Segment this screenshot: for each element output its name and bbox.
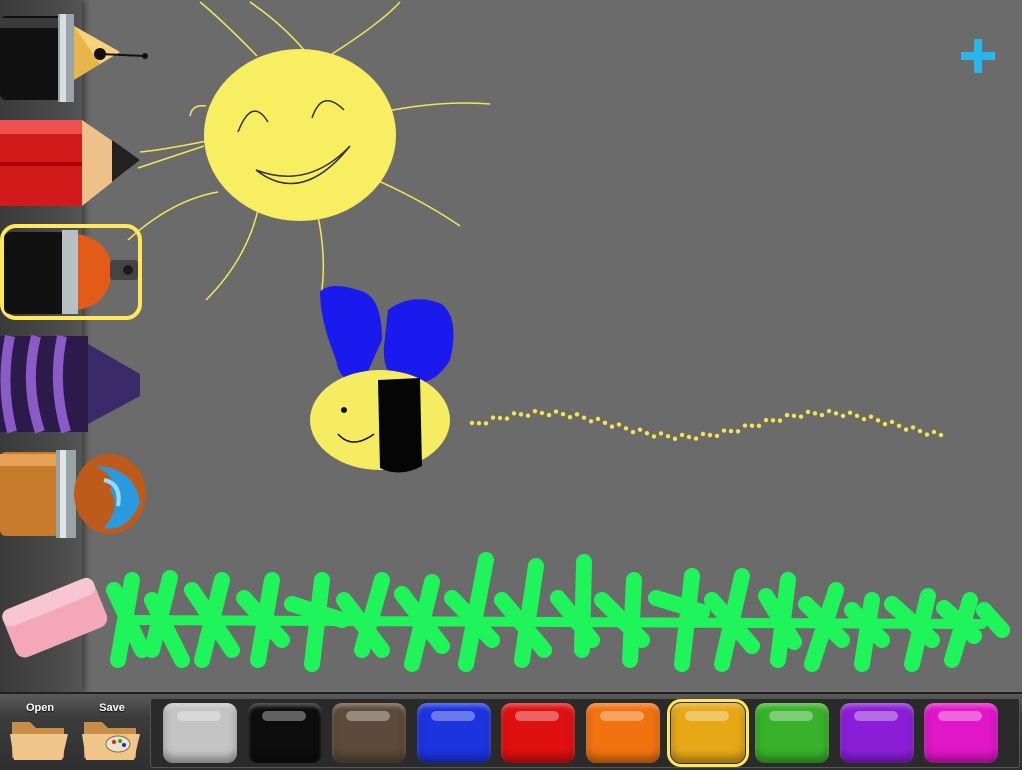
drawing-canvas[interactable] <box>82 0 1022 692</box>
color-swatch-purple[interactable] <box>839 703 914 763</box>
bee-trail <box>469 408 944 441</box>
save-button[interactable]: Save <box>78 698 146 768</box>
color-swatch-brown[interactable] <box>332 703 407 763</box>
bee-stripe <box>378 378 422 473</box>
bee-wing-left <box>320 286 382 382</box>
color-swatch-magenta[interactable] <box>924 703 999 763</box>
grass <box>106 552 1010 672</box>
canvas-drawing <box>106 1 1010 672</box>
color-swatch-orange[interactable] <box>586 703 660 763</box>
color-swatch-black[interactable] <box>247 703 322 763</box>
add-page-button[interactable] <box>958 36 998 76</box>
bee-wing-right <box>383 299 454 384</box>
bottom-toolbar: Open Save <box>0 692 1022 770</box>
color-swatch-blue[interactable] <box>416 703 491 763</box>
color-palette <box>150 698 1020 768</box>
folder-open-icon <box>10 722 68 760</box>
color-swatch-gray[interactable] <box>163 703 237 763</box>
plus-icon <box>961 39 995 73</box>
color-swatch-red[interactable] <box>501 703 576 763</box>
open-button[interactable]: Open <box>6 698 74 768</box>
color-swatch-green[interactable] <box>755 703 830 763</box>
folder-save-icon <box>82 722 140 760</box>
sun <box>204 49 396 221</box>
color-swatch-yellow[interactable] <box>666 699 749 767</box>
